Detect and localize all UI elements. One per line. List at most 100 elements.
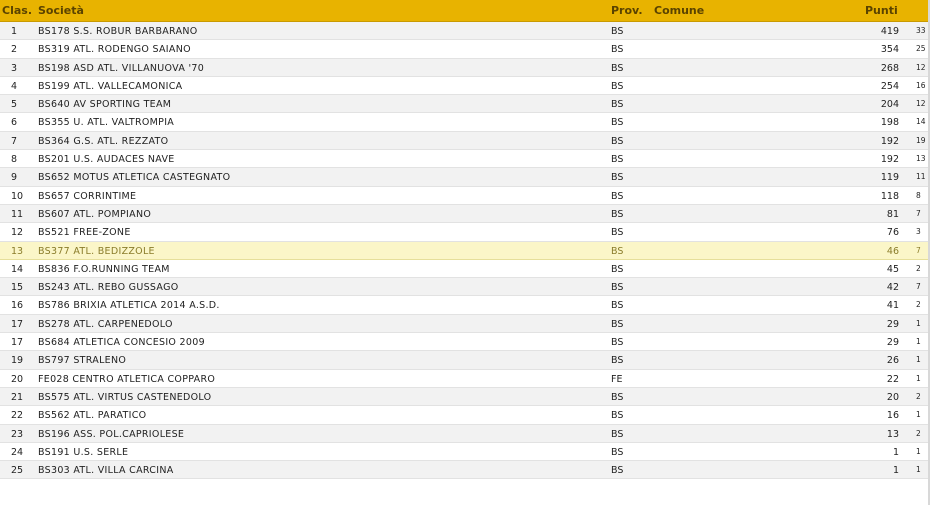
prov-cell: BS [611,465,624,477]
table-row[interactable]: 10 BS657 CORRINTIME BS 118 8 [0,186,930,205]
table-row[interactable]: 14 BS836 F.O.RUNNING TEAM BS 45 2 [0,259,930,279]
prov-cell: BS [611,410,624,422]
club-cell: BS377 ATL. BEDIZZOLE [38,245,155,257]
points-cell: 254 [880,80,899,92]
header-comune[interactable]: Comune [654,4,704,17]
table-row[interactable]: 15 BS243 ATL. REBO GUSSAGO BS 42 7 [0,278,930,297]
extra-count-cell: 1 [916,410,921,420]
table-row[interactable]: 11 BS607 ATL. POMPIANO BS 81 7 [0,204,930,224]
header-punti[interactable]: Punti [865,4,898,17]
table-row[interactable]: 5 BS640 AV SPORTING TEAM BS 204 12 [0,95,930,114]
club-cell: BS278 ATL. CARPENEDOLO [38,318,173,330]
table-row[interactable]: 3 BS198 ASD ATL. VILLANUOVA '70 BS 268 12 [0,58,930,77]
club-cell: BS562 ATL. PARATICO [38,410,147,422]
club-cell: BS303 ATL. VILLA CARCINA [38,465,174,477]
rank-cell: 22 [11,410,24,422]
points-cell: 76 [886,227,899,239]
prov-cell: BS [611,62,624,74]
table-row[interactable]: 7 BS364 G.S. ATL. REZZATO BS 192 19 [0,131,930,151]
club-cell: BS201 U.S. AUDACES NAVE [38,154,175,166]
rank-cell: 5 [11,99,18,111]
rank-cell: 13 [11,245,24,257]
points-cell: 204 [880,99,899,111]
club-cell: BS797 STRALENO [38,355,127,367]
points-cell: 1 [892,446,899,458]
rank-cell: 7 [11,135,18,147]
table-row[interactable]: 20 FE028 CENTRO ATLETICA COPPARO FE 22 1 [0,369,930,388]
rank-cell: 1 [11,26,18,37]
rank-cell: 14 [11,263,24,275]
extra-count-cell: 14 [916,117,926,127]
extra-count-cell: 12 [916,99,926,109]
rank-cell: 6 [11,117,18,129]
club-cell: BS196 ASS. POL.CAPRIOLESE [38,428,185,440]
club-cell: BS786 BRIXIA ATLETICA 2014 A.S.D. [38,300,220,312]
prov-cell: BS [611,117,624,129]
club-cell: BS199 ATL. VALLECAMONICA [38,80,183,92]
extra-count-cell: 25 [916,44,926,54]
table-body: 1 BS178 S.S. ROBUR BARBARANO BS 419 33 2 BS319… [0,22,930,480]
extra-count-cell: 19 [916,135,926,145]
table-row[interactable]: 17 BS684 ATLETICA CONCESIO 2009 BS 29 1 [0,333,930,352]
rank-cell: 10 [11,190,24,202]
table-row[interactable]: 1 BS178 S.S. ROBUR BARBARANO BS 419 33 [0,22,930,41]
rank-cell: 3 [11,62,18,74]
points-cell: 29 [886,337,899,349]
points-cell: 22 [886,373,899,385]
prov-cell: BS [611,300,624,312]
club-cell: BS364 G.S. ATL. REZZATO [38,135,169,147]
extra-count-cell: 2 [916,428,921,438]
club-cell: BS657 CORRINTIME [38,190,137,202]
prov-cell: BS [611,99,624,111]
rank-cell: 19 [11,355,24,367]
prov-cell: BS [611,208,624,220]
header-societa[interactable]: Società [38,4,84,17]
club-cell: BS243 ATL. REBO GUSSAGO [38,282,179,294]
prov-cell: BS [611,135,624,147]
extra-count-cell: 8 [916,190,921,200]
points-cell: 42 [886,282,899,294]
extra-count-cell: 12 [916,62,926,72]
extra-count-cell: 13 [916,154,926,164]
rank-cell: 24 [11,446,24,458]
table-row[interactable]: 6 BS355 U. ATL. VALTROMPIA BS 198 14 [0,113,930,132]
table-row[interactable]: 8 BS201 U.S. AUDACES NAVE BS 192 13 [0,150,930,169]
prov-cell: BS [611,282,624,294]
table-row[interactable]: 23 BS196 ASS. POL.CAPRIOLESE BS 13 2 [0,424,930,443]
extra-count-cell: 2 [916,263,921,273]
table-row[interactable]: 2 BS319 ATL. RODENGO SAIANO BS 354 25 [0,40,930,59]
table-row[interactable]: 25 BS303 ATL. VILLA CARCINA BS 1 1 [0,461,930,480]
rank-cell: 25 [11,465,24,477]
header-prov[interactable]: Prov. [611,4,643,17]
table-row[interactable]: 22 BS562 ATL. PARATICO BS 16 1 [0,406,930,425]
rank-cell: 17 [11,318,24,330]
extra-count-cell: 1 [916,337,921,347]
club-cell: BS355 U. ATL. VALTROMPIA [38,117,175,129]
club-cell: BS198 ASD ATL. VILLANUOVA '70 [38,62,205,74]
table-row[interactable]: 24 BS191 U.S. SERLE BS 1 1 [0,442,930,462]
extra-count-cell: 2 [916,300,921,310]
prov-cell: BS [611,391,624,403]
table-row-highlighted[interactable]: 13 BS377 ATL. BEDIZZOLE BS 46 7 [0,241,930,260]
prov-cell: BS [611,446,624,458]
extra-count-cell: 11 [916,172,926,182]
points-cell: 119 [880,172,899,184]
rank-cell: 16 [11,300,24,312]
prov-cell: BS [611,337,624,349]
table-row[interactable]: 21 BS575 ATL. VIRTUS CASTENEDOLO BS 20 2 [0,387,930,407]
rank-cell: 23 [11,428,24,440]
table-row[interactable]: 9 BS652 MOTUS ATLETICA CASTEGNATO BS 119 11 [0,168,930,187]
extra-count-cell: 7 [916,208,921,218]
table-row[interactable]: 16 BS786 BRIXIA ATLETICA 2014 A.S.D. BS 41 2 [0,296,930,315]
points-cell: 1 [892,465,899,477]
club-cell: BS607 ATL. POMPIANO [38,208,152,220]
header-clas[interactable]: Clas. [2,4,32,17]
table-row[interactable]: 4 BS199 ATL. VALLECAMONICA BS 254 16 [0,76,930,96]
table-row[interactable]: 19 BS797 STRALENO BS 26 1 [0,351,930,370]
prov-cell: BS [611,428,624,440]
points-cell: 46 [886,245,899,257]
points-cell: 29 [886,318,899,330]
rank-cell: 17 [11,337,24,349]
table-row[interactable]: 12 BS521 FREE-ZONE BS 76 3 [0,223,930,242]
table-row[interactable]: 17 BS278 ATL. CARPENEDOLO BS 29 1 [0,314,930,334]
